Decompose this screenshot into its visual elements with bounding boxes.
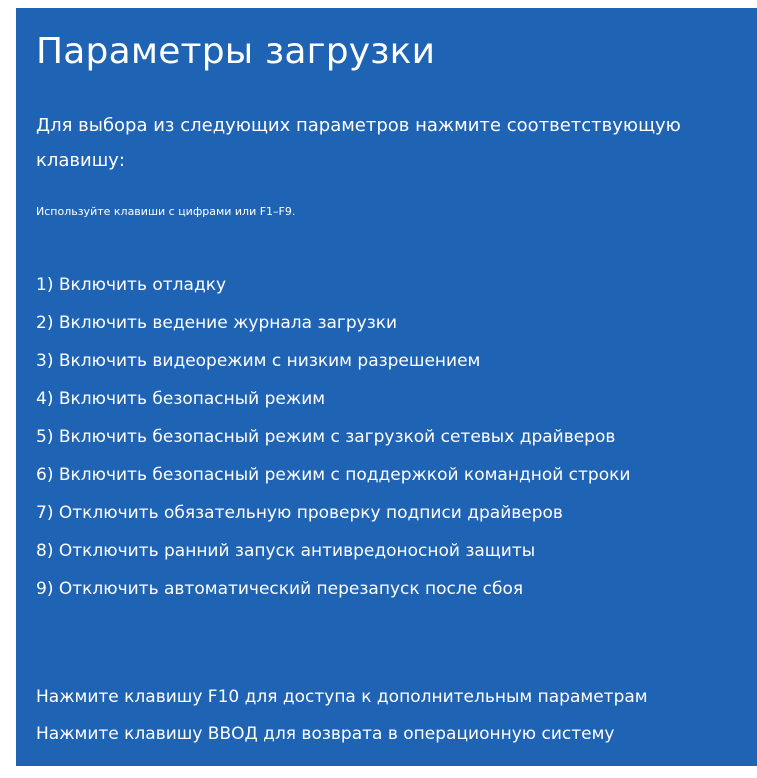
option-disable-early-antimalware[interactable]: 8) Отключить ранний запуск антивредоносн… <box>36 532 630 570</box>
instruction-text: Для выбора из следующих параметров нажми… <box>36 108 757 178</box>
option-disable-driver-signature[interactable]: 7) Отключить обязательную проверку подпи… <box>36 494 630 532</box>
page-title: Параметры загрузки <box>36 31 436 72</box>
boot-options-screen: Параметры загрузки Для выбора из следующ… <box>16 8 757 766</box>
option-enable-low-resolution-video[interactable]: 3) Включить видеорежим с низким разрешен… <box>36 342 630 380</box>
option-enable-safe-mode[interactable]: 4) Включить безопасный режим <box>36 380 630 418</box>
instruction-line-2: клавишу: <box>36 150 125 171</box>
option-safe-mode-networking[interactable]: 5) Включить безопасный режим с загрузкой… <box>36 418 630 456</box>
option-disable-auto-restart[interactable]: 9) Отключить автоматический перезапуск п… <box>36 570 630 608</box>
instruction-line-1: Для выбора из следующих параметров нажми… <box>36 115 681 136</box>
return-to-os-hint[interactable]: Нажмите клавишу ВВОД для возврата в опер… <box>36 716 648 753</box>
footer-instructions: Нажмите клавишу F10 для доступа к дополн… <box>36 679 648 753</box>
boot-options-list: 1) Включить отладку 2) Включить ведение … <box>36 266 630 608</box>
option-safe-mode-command-prompt[interactable]: 6) Включить безопасный режим с поддержко… <box>36 456 630 494</box>
more-options-hint[interactable]: Нажмите клавишу F10 для доступа к дополн… <box>36 679 648 716</box>
keys-hint: Используйте клавиши с цифрами или F1–F9. <box>36 205 296 218</box>
option-enable-boot-logging[interactable]: 2) Включить ведение журнала загрузки <box>36 304 630 342</box>
option-enable-debugging[interactable]: 1) Включить отладку <box>36 266 630 304</box>
